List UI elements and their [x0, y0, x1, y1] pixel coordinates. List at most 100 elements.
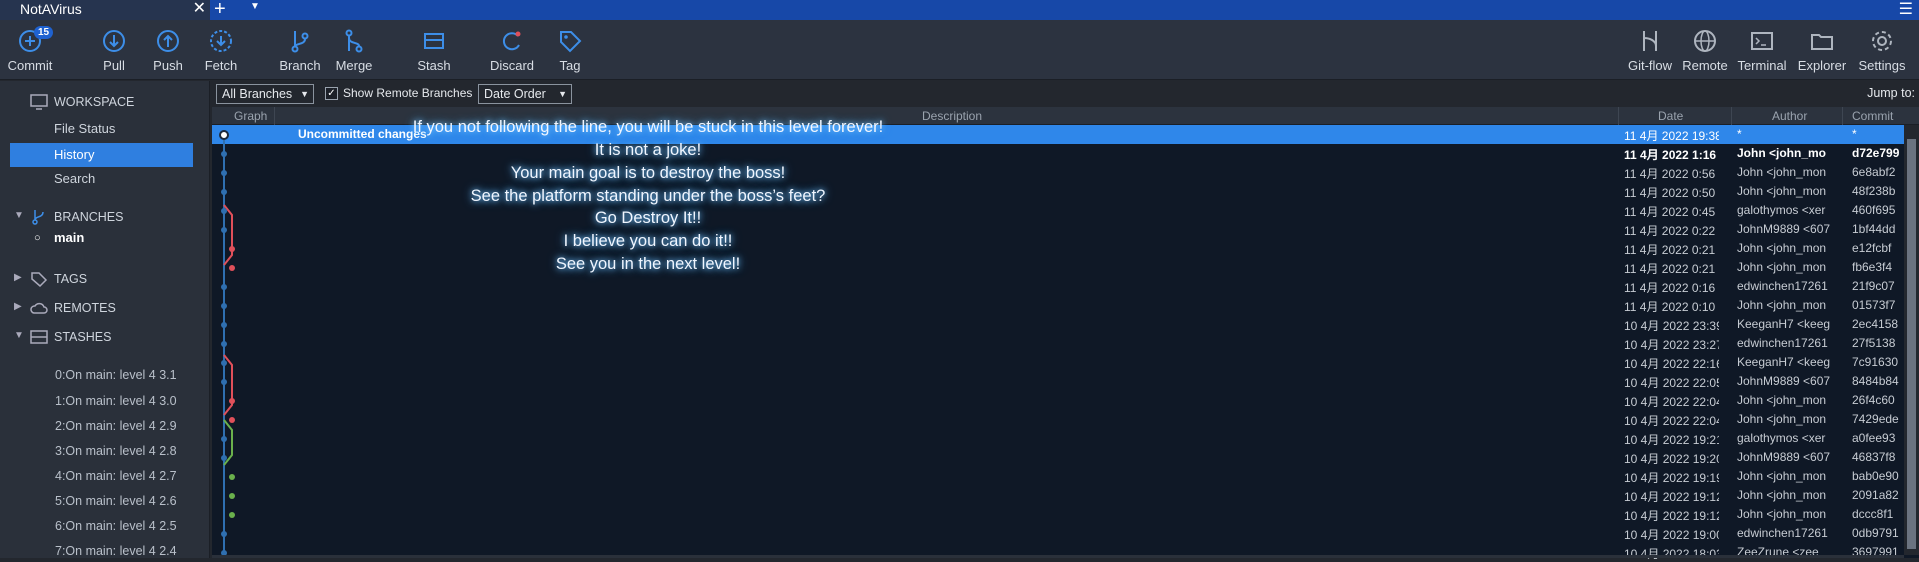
repo-tab[interactable]: NotAVirus ✕ [0, 0, 210, 20]
remote-button[interactable]: Remote [1680, 20, 1730, 78]
graph-node [221, 379, 227, 385]
column-divider[interactable] [1618, 107, 1619, 125]
graph-node [229, 512, 235, 518]
graph-node [221, 151, 227, 157]
sidebar-item-history[interactable]: History [10, 143, 193, 167]
row-author: KeeganH7 <keeg [1737, 317, 1831, 331]
table-row[interactable]: 10 4月 2022 18:03 ZeeZrune <zee 3697991 [212, 543, 1904, 562]
sidebar-item-search[interactable]: Search [10, 167, 193, 191]
push-icon [157, 30, 179, 52]
workspace-section[interactable]: WORKSPACE [0, 91, 210, 113]
repo-tab-title: NotAVirus [20, 1, 82, 17]
merge-button[interactable]: Merge [332, 20, 376, 78]
title-bar: NotAVirus ✕ + ▼ ☰ [0, 0, 1919, 20]
graph-node [221, 208, 227, 214]
commit-button[interactable]: 15 Commit [4, 20, 56, 78]
col-author[interactable]: Author [1772, 109, 1807, 123]
branch-icon [291, 31, 309, 53]
table-row[interactable]: 10 4月 2022 19:00 edwinchen17261 0db9791 [212, 524, 1904, 543]
explorer-button[interactable]: Explorer [1794, 20, 1850, 78]
order-select[interactable]: Date Order ▼ [478, 84, 572, 104]
tags-label: TAGS [54, 272, 88, 286]
table-row[interactable]: 10 4月 2022 22:04 John <john_mon 26f4c60 [212, 391, 1904, 410]
table-row[interactable]: 10 4月 2022 19:21 galothymos <xer a0fee93 [212, 429, 1904, 448]
row-commit: d72e799 [1852, 146, 1900, 160]
settings-button[interactable]: Settings [1854, 20, 1910, 78]
table-row[interactable]: 10 4月 2022 19:19 John <john_mon bab0e90 [212, 467, 1904, 486]
merge-icon [345, 29, 363, 53]
globe-icon [1694, 30, 1716, 52]
tab-dropdown-icon[interactable]: ▼ [250, 1, 260, 12]
row-commit: 2ec4158 [1852, 317, 1899, 331]
row-author: * [1737, 127, 1742, 141]
stash-item[interactable]: 3:On main: level 4 2.8 [55, 444, 177, 458]
sidebar-item-main-branch[interactable]: ○ main [10, 226, 193, 250]
terminal-button[interactable]: Terminal [1734, 20, 1790, 78]
stash-item[interactable]: 2:On main: level 4 2.9 [55, 419, 177, 433]
gitflow-label: Git-flow [1627, 58, 1673, 73]
stash-label: Stash [417, 58, 451, 73]
col-graph[interactable]: Graph [234, 109, 267, 123]
table-row[interactable]: 10 4月 2022 22:16 KeeganH7 <keeg 7c91630 [212, 353, 1904, 372]
col-date[interactable]: Date [1658, 109, 1683, 123]
show-remote-label: Show Remote Branches [343, 86, 473, 100]
graph-node-uncommitted [219, 130, 229, 140]
sidebar: WORKSPACE File Status History Search ▼ B… [0, 81, 210, 558]
graph-node [229, 265, 235, 271]
tag-button[interactable]: Tag [554, 20, 586, 78]
branches-section[interactable]: ▼ BRANCHES [0, 206, 210, 228]
gitflow-icon [1643, 31, 1657, 51]
branch-main-label: main [54, 230, 85, 245]
sidebar-item-file-status[interactable]: File Status [10, 117, 193, 141]
column-divider[interactable] [1842, 107, 1843, 125]
table-row[interactable]: 10 4月 2022 19:20 JohnM9889 <607 46837f8 [212, 448, 1904, 467]
show-remote-checkbox[interactable]: ✓ [325, 87, 338, 100]
fetch-button[interactable]: Fetch [200, 20, 242, 78]
row-commit: 48f238b [1852, 184, 1896, 198]
remotes-section[interactable]: ▶ REMOTES [0, 297, 210, 319]
chevron-right-icon: ▶ [14, 272, 22, 283]
stash-item[interactable]: 0:On main: level 4 3.1 [55, 368, 177, 382]
stash-item[interactable]: 7:On main: level 4 2.4 [55, 544, 177, 558]
stashes-section[interactable]: ▼ STASHES [0, 326, 210, 348]
graph-node [221, 170, 227, 176]
discard-button[interactable]: Discard [488, 20, 536, 78]
new-tab-icon[interactable]: + [214, 0, 226, 21]
column-divider[interactable] [274, 107, 275, 125]
graph-node [229, 398, 235, 404]
col-commit[interactable]: Commit [1852, 109, 1893, 123]
order-value: Date Order [484, 87, 546, 101]
row-date: 10 4月 2022 22:16 [1624, 357, 1719, 371]
stash-button[interactable]: Stash [412, 20, 456, 78]
table-row[interactable]: 10 4月 2022 19:12 John <john_mon 2091a82 [212, 486, 1904, 505]
table-row[interactable]: 10 4月 2022 23:27 edwinchen17261 27f5138 [212, 334, 1904, 353]
table-row[interactable]: 10 4月 2022 23:39 KeeganH7 <keeg 2ec4158 [212, 315, 1904, 334]
stash-item[interactable]: 1:On main: level 4 3.0 [55, 394, 177, 408]
scrollbar-thumb[interactable] [1907, 139, 1916, 549]
row-date: 10 4月 2022 19:00 [1624, 528, 1719, 542]
graph-node [221, 322, 227, 328]
table-row[interactable]: 11 4月 2022 0:16 edwinchen17261 21f9c07 [212, 277, 1904, 296]
pull-button[interactable]: Pull [94, 20, 134, 78]
remote-label: Remote [1682, 58, 1728, 73]
push-button[interactable]: Push [148, 20, 188, 78]
row-author: galothymos <xer [1737, 203, 1826, 217]
branch-filter-select[interactable]: All Branches ▼ [216, 84, 314, 104]
table-row[interactable]: 11 4月 2022 0:10 John <john_mon 01573f7 [212, 296, 1904, 315]
stash-item[interactable]: 5:On main: level 4 2.6 [55, 494, 177, 508]
gear-icon [1872, 31, 1892, 51]
column-divider[interactable] [1731, 107, 1732, 125]
vertical-scrollbar[interactable] [1904, 125, 1919, 555]
table-row[interactable]: 10 4月 2022 19:12 John <john_mon dccc8f1 [212, 505, 1904, 524]
menu-icon[interactable]: ☰ [1899, 0, 1913, 19]
table-row[interactable]: 10 4月 2022 22:05 JohnM9889 <607 8484b84 [212, 372, 1904, 391]
stash-item[interactable]: 4:On main: level 4 2.7 [55, 469, 177, 483]
pull-icon [103, 30, 125, 52]
table-row[interactable]: 10 4月 2022 22:04 John <john_mon 7429ede [212, 410, 1904, 429]
tags-section[interactable]: ▶ TAGS [0, 268, 210, 290]
gitflow-button[interactable]: Git-flow [1624, 20, 1676, 78]
row-commit: 21f9c07 [1852, 279, 1895, 293]
stash-item[interactable]: 6:On main: level 4 2.5 [55, 519, 177, 533]
close-tab-icon[interactable]: ✕ [193, 0, 206, 18]
branch-button[interactable]: Branch [278, 20, 322, 78]
